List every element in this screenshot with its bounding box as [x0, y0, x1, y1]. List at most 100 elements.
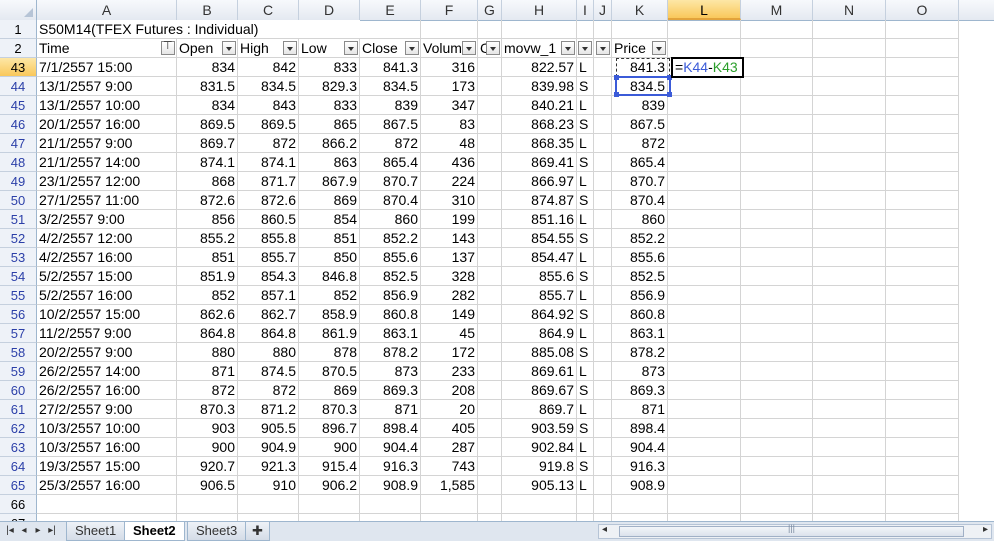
empty-cell[interactable] — [421, 495, 478, 514]
empty-cell[interactable] — [813, 134, 886, 153]
cell-e50[interactable]: 870.4 — [360, 191, 421, 210]
cell-b51[interactable]: 856 — [177, 210, 238, 229]
cell-g57[interactable] — [478, 324, 502, 343]
cell-a61[interactable]: 27/2/2557 9:00 — [37, 400, 177, 419]
cell-e54[interactable]: 852.5 — [360, 267, 421, 286]
cell-a59[interactable]: 26/2/2557 14:00 — [37, 362, 177, 381]
empty-cell[interactable] — [813, 229, 886, 248]
cell-e65[interactable]: 908.9 — [360, 476, 421, 495]
column-header-h[interactable]: H — [502, 0, 577, 20]
cell-c59[interactable]: 874.5 — [238, 362, 299, 381]
row-header-43[interactable]: 43 — [0, 58, 37, 77]
last-sheet-icon[interactable]: ▸| — [45, 524, 59, 538]
cell-i65[interactable]: L — [577, 476, 594, 495]
cell-i43[interactable]: L — [577, 58, 594, 77]
cell-i61[interactable]: L — [577, 400, 594, 419]
cell-b43[interactable]: 834 — [177, 58, 238, 77]
empty-cell[interactable] — [886, 457, 959, 476]
empty-cell[interactable] — [741, 343, 813, 362]
row-header-47[interactable]: 47 — [0, 134, 37, 153]
cell-f64[interactable]: 743 — [421, 457, 478, 476]
cell-a64[interactable]: 19/3/2557 15:00 — [37, 457, 177, 476]
cell-d60[interactable]: 869 — [299, 381, 360, 400]
cell-i50[interactable]: S — [577, 191, 594, 210]
cell-j55[interactable] — [594, 286, 612, 305]
cell-f53[interactable]: 137 — [421, 248, 478, 267]
empty-cell[interactable] — [813, 476, 886, 495]
cell-a46[interactable]: 20/1/2557 16:00 — [37, 115, 177, 134]
empty-cell[interactable] — [813, 172, 886, 191]
empty-cell[interactable] — [741, 77, 813, 96]
empty-cell[interactable] — [741, 457, 813, 476]
empty-cell[interactable] — [813, 457, 886, 476]
cell-j52[interactable] — [594, 229, 612, 248]
cell-k62[interactable]: 898.4 — [612, 419, 668, 438]
column-header-c[interactable]: C — [238, 0, 299, 20]
cell-d47[interactable]: 866.2 — [299, 134, 360, 153]
empty-cell[interactable] — [813, 438, 886, 457]
row-header-67[interactable]: 67 — [0, 514, 37, 521]
empty-cell[interactable] — [478, 20, 502, 39]
cell-c54[interactable]: 854.3 — [238, 267, 299, 286]
cell-e62[interactable]: 898.4 — [360, 419, 421, 438]
empty-cell[interactable] — [612, 495, 668, 514]
cell-b54[interactable]: 851.9 — [177, 267, 238, 286]
column-header-f[interactable]: F — [421, 0, 478, 20]
row-header-61[interactable]: 61 — [0, 400, 37, 419]
cell-j49[interactable] — [594, 172, 612, 191]
empty-cell[interactable] — [886, 153, 959, 172]
row-header-59[interactable]: 59 — [0, 362, 37, 381]
row-header-66[interactable]: 66 — [0, 495, 37, 514]
empty-cell[interactable] — [741, 362, 813, 381]
cell-f60[interactable]: 208 — [421, 381, 478, 400]
cell-k61[interactable]: 871 — [612, 400, 668, 419]
empty-cell[interactable] — [299, 495, 360, 514]
cell-k55[interactable]: 856.9 — [612, 286, 668, 305]
empty-cell[interactable] — [594, 514, 612, 521]
next-sheet-icon[interactable]: ▸ — [31, 524, 45, 538]
cell-e44[interactable]: 834.5 — [360, 77, 421, 96]
empty-cell[interactable] — [741, 419, 813, 438]
empty-cell[interactable] — [813, 153, 886, 172]
cell-j56[interactable] — [594, 305, 612, 324]
cell-f44[interactable]: 173 — [421, 77, 478, 96]
empty-cell[interactable] — [741, 324, 813, 343]
empty-cell[interactable] — [668, 210, 741, 229]
empty-cell[interactable] — [741, 476, 813, 495]
cell-b61[interactable]: 870.3 — [177, 400, 238, 419]
empty-cell[interactable] — [813, 267, 886, 286]
empty-cell[interactable] — [886, 514, 959, 521]
cell-b52[interactable]: 855.2 — [177, 229, 238, 248]
row-header-58[interactable]: 58 — [0, 343, 37, 362]
cell-c58[interactable]: 880 — [238, 343, 299, 362]
cell-k57[interactable]: 863.1 — [612, 324, 668, 343]
cell-j57[interactable] — [594, 324, 612, 343]
cell-a56[interactable]: 10/2/2557 15:00 — [37, 305, 177, 324]
empty-cell[interactable] — [668, 172, 741, 191]
row-header-1[interactable]: 1 — [0, 20, 37, 39]
cell-f56[interactable]: 149 — [421, 305, 478, 324]
cell-k65[interactable]: 908.9 — [612, 476, 668, 495]
empty-cell[interactable] — [177, 514, 238, 521]
cell-h64[interactable]: 919.8 — [502, 457, 577, 476]
empty-cell[interactable] — [668, 305, 741, 324]
filter-dropdown-icon-i[interactable] — [578, 41, 592, 55]
cell-k64[interactable]: 916.3 — [612, 457, 668, 476]
empty-cell[interactable] — [238, 495, 299, 514]
cell-i59[interactable]: L — [577, 362, 594, 381]
cell-f49[interactable]: 224 — [421, 172, 478, 191]
cell-h58[interactable]: 885.08 — [502, 343, 577, 362]
cell-a60[interactable]: 26/2/2557 16:00 — [37, 381, 177, 400]
cell-f54[interactable]: 328 — [421, 267, 478, 286]
row-header-63[interactable]: 63 — [0, 438, 37, 457]
cell-g65[interactable] — [478, 476, 502, 495]
cell-j48[interactable] — [594, 153, 612, 172]
empty-cell[interactable] — [668, 248, 741, 267]
cell-j47[interactable] — [594, 134, 612, 153]
cell-h44[interactable]: 839.98 — [502, 77, 577, 96]
empty-cell[interactable] — [813, 248, 886, 267]
empty-cell[interactable] — [813, 495, 886, 514]
cell-d62[interactable]: 896.7 — [299, 419, 360, 438]
cell-e51[interactable]: 860 — [360, 210, 421, 229]
empty-cell[interactable] — [299, 514, 360, 521]
